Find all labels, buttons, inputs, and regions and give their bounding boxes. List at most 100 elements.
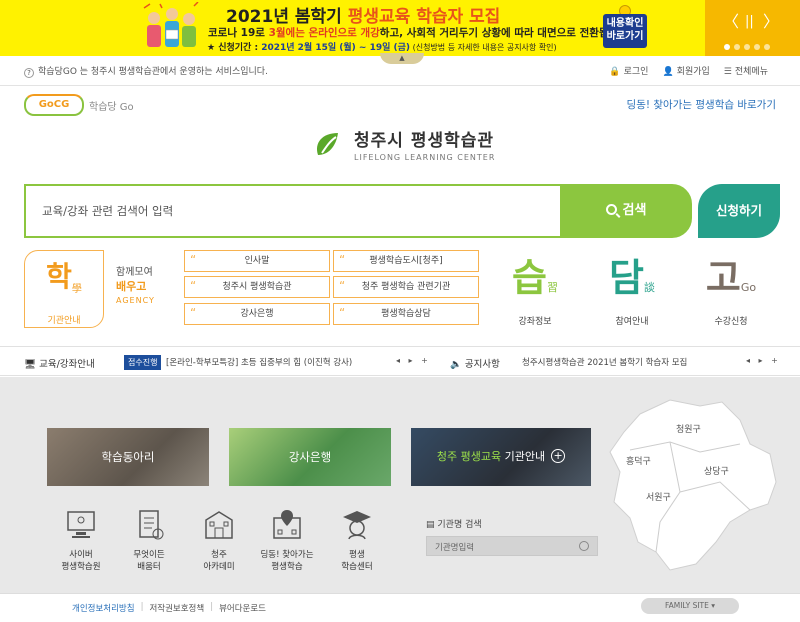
agency-line2: 배우고 [116,280,147,293]
menu-icon: ☰ [723,67,732,77]
center-logo[interactable]: 청주시 평생학습관 LIFELONG LEARNING CENTER [312,126,495,162]
site-logo[interactable]: GoCG 학습당 Go [24,94,134,116]
logo-name: 학습당 Go [89,101,134,113]
search-placeholder: 교육/강좌 관련 검색어 입력 [42,204,174,218]
institution-search-placeholder: 기관명입력 [435,543,475,553]
banner-pause-button[interactable]: || [745,14,754,30]
promo-banner[interactable]: 2021년 봄학기 평생교육 학습자 모집 코로나 19로 3월에는 온라인으로… [0,0,800,56]
building-small-icon: ▤ [426,520,435,530]
agency-text: 함께모여 배우고 AGENCY [116,263,155,305]
allmenu-link[interactable]: ☰ 전체메뉴 [724,64,768,77]
course-notice-item[interactable]: [온라인-학부모특강] 초등 집중부의 힘 (이진혁 강사) [166,356,352,368]
quicklink-label: 사이버 평생학습원 [61,550,101,572]
logo-mark: GoCG [24,94,84,116]
menu-label: 수강신청 [714,317,748,327]
menu-char: 고Go [705,256,757,300]
banner-title: 2021년 봄학기 평생교육 학습자 모집 [226,7,501,27]
notice-ticker-controls[interactable]: ◂ ▸ + [746,356,781,365]
map-district-label: 상당구 [704,466,729,477]
banner-dot[interactable] [764,44,770,50]
center-title: 청주시 평생학습관 [354,131,495,151]
leaf-emblem-icon [316,133,338,155]
computer-icon [67,511,95,538]
agency-city-button[interactable]: 평생학습도시[청주] [333,250,479,272]
signup-link[interactable]: 👤 회원가입 [662,64,709,77]
quicklink-label: 딩동! 찾아가는 평생학습 [260,550,314,572]
banner-period: ★ 신청기간 : 2021년 2월 15일 (월) ~ 19일 (금) (신청방… [207,43,557,53]
login-link[interactable]: 🔒 로그인 [609,64,648,77]
institution-guide-tile[interactable]: 청주 평생교육 기관안내 + [411,428,591,486]
privacy-link[interactable]: 개인정보처리방침 [72,602,135,614]
center-subtitle: LIFELONG LEARNING CENTER [354,153,496,162]
dingdong-link[interactable]: 딩동! 찾아가는 평생학습 바로가기 [627,97,776,112]
menu-char: 습習 [512,256,558,300]
quicklink-cyber[interactable]: 사이버 평생학습원 [46,508,116,573]
banner-description: 코로나 19로 3월에는 온라인으로 개강하고, 사회적 거리두기 상황에 따라… [208,27,632,39]
document-icon [139,510,164,540]
agency-counsel-button[interactable]: 평생학습상담 [333,303,479,325]
agency-center-button[interactable]: 청주시 평생학습관 [184,276,330,298]
viewer-download-link[interactable]: 뷰어다운로드 [219,602,266,614]
quicklink-anything[interactable]: 무엇이든 배움터 [114,508,184,573]
menu-label: 참여안내 [615,317,649,327]
instructor-bank-tile[interactable]: 강사은행 [229,428,391,486]
menu-enrollment[interactable]: 고Go 수강신청 [700,256,762,327]
apply-button[interactable]: 신청하기 [698,184,780,238]
banner-dot[interactable] [724,44,730,50]
course-ticker-controls[interactable]: ◂ ▸ + [396,356,431,365]
news-ticker: 🖥 교육/강좌안내 접수진행 [온라인-학부모특강] 초등 집중부의 힘 (이진… [0,346,800,376]
footer-links: 개인정보처리방침 | 저작권보호정책 | 뷰어다운로드 [72,602,266,614]
graduate-icon [343,511,371,540]
question-icon: ? [24,68,34,78]
menu-course-info[interactable]: 습習 강좌정보 [505,256,565,327]
quicklink-label: 평생 학습센터 [341,550,373,572]
family-site-select[interactable]: FAMILY SITE ▾ [641,598,739,614]
course-notice-label: 🖥 교육/강좌안내 [24,359,95,370]
map-district-label: 청원구 [676,424,701,435]
quicklink-label: 청주 아카데미 [203,550,235,572]
agency-greeting-button[interactable]: 인사말 [184,250,330,272]
banner-next-button[interactable]: 〉 [763,14,779,30]
notice-label: 🔈 공지사항 [450,359,500,370]
banner-pagination [724,44,770,50]
divider: | [210,602,214,612]
service-info: ? 학습당GO 는 청주시 평생학습관에서 운영하는 서비스입니다. [24,64,268,78]
quicklink-label: 무엇이든 배움터 [133,550,165,572]
quicklink-dingdong[interactable]: 딩동! 찾아가는 평생학습 [252,508,322,573]
banner-details-button[interactable]: 내용확인 바로가기 [603,14,647,48]
menu-participation[interactable]: 담談 참여안내 [602,256,662,327]
agency-label: 기관안내 [47,316,81,326]
agency-card[interactable]: 학學 기관안내 [24,250,104,328]
notice-item[interactable]: 청주시평생학습관 2021년 봄학기 학습자 모집 [522,356,687,368]
copyright-link[interactable]: 저작권보호정책 [149,602,204,614]
monitor-icon: 🖥 [24,359,37,370]
institution-search-input[interactable]: 기관명입력 [426,536,598,556]
status-badge: 접수진행 [124,355,162,370]
search-icon [605,204,617,215]
quicklink-academy[interactable]: 청주 아카데미 [184,508,254,573]
institution-search: ▤ 기관명 검색 기관명입력 [426,517,598,556]
map-district-label: 서원구 [646,492,671,503]
agency-instructor-button[interactable]: 강사은행 [184,303,330,325]
search-button[interactable]: 검색 [560,184,692,238]
institution-search-label: ▤ 기관명 검색 [426,520,482,530]
agency-related-button[interactable]: 청주 평생학습 관련기관 [333,276,479,298]
menu-label: 강좌정보 [518,317,552,327]
plus-icon: + [551,449,566,463]
search-icon[interactable] [579,541,589,551]
agency-line1: 함께모여 [116,267,153,278]
menu-char: 담談 [609,256,655,300]
banner-dot[interactable] [734,44,740,50]
quicklink-center[interactable]: 평생 학습센터 [322,508,392,573]
people-illustration [143,2,199,47]
utility-links: 🔒 로그인 👤 회원가입 ☰ 전체메뉴 [609,64,768,77]
banner-prev-button[interactable]: 〈 [723,14,739,30]
megaphone-icon: 🔈 [450,359,462,370]
divider: | [140,602,144,612]
study-club-tile[interactable]: 학습동아리 [47,428,209,486]
district-map[interactable]: 청원구 흥덕구 상당구 서원구 [600,392,790,578]
banner-dot[interactable] [754,44,760,50]
utility-bar: ? 학습당GO 는 청주시 평생학습관에서 운영하는 서비스입니다. 🔒 로그인 👤… [0,56,800,86]
banner-dot[interactable] [744,44,750,50]
location-building-icon [273,510,301,539]
